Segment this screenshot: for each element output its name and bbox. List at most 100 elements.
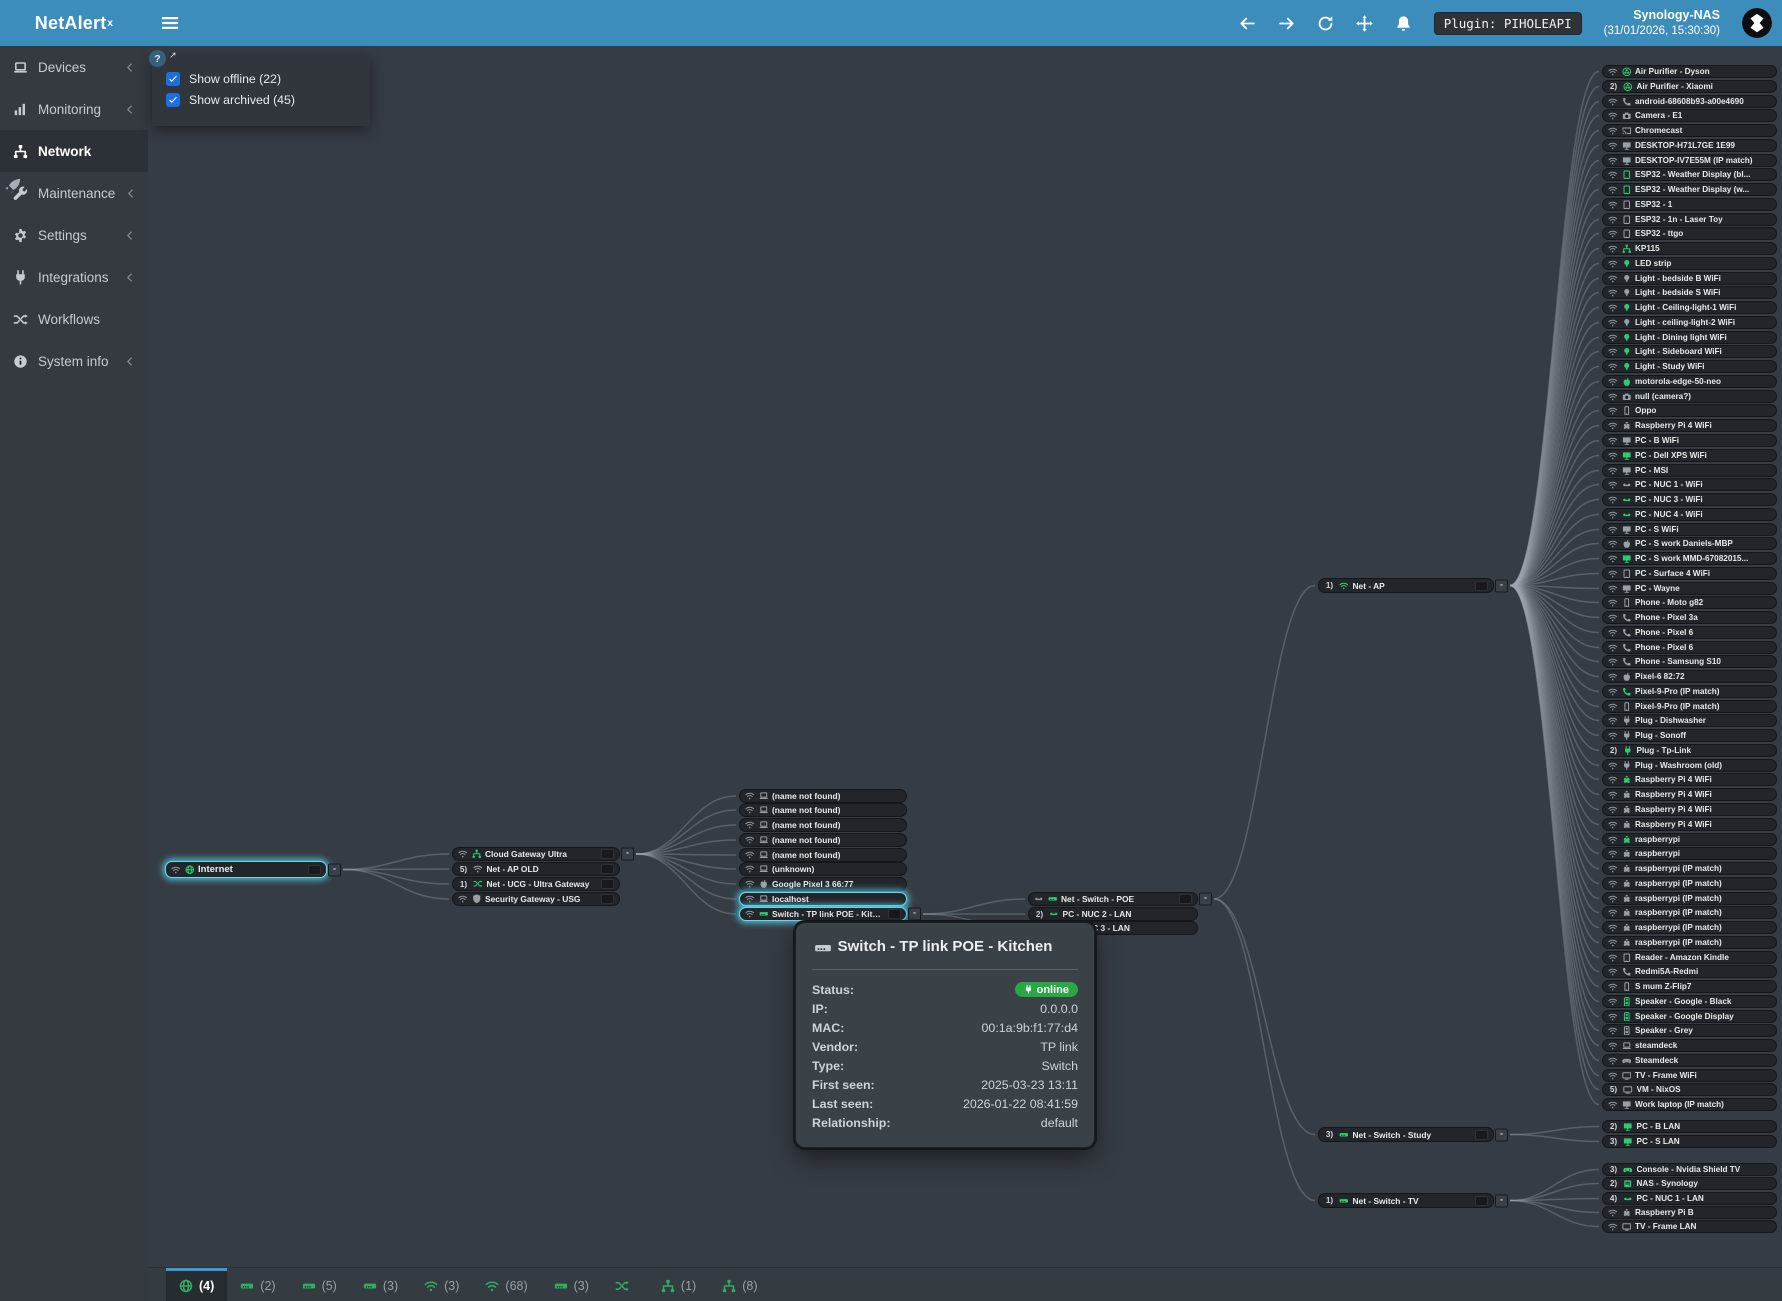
device-node[interactable]: Raspberry Pi 4 WiFi bbox=[1602, 803, 1777, 816]
device-node[interactable]: Air Purifier - Dyson bbox=[1602, 65, 1777, 78]
device-node[interactable]: Redmi5A-Redmi bbox=[1602, 965, 1777, 978]
device-node[interactable]: 2)PC - B LAN bbox=[1602, 1120, 1777, 1133]
device-node[interactable]: Light - Dining light WiFi bbox=[1602, 331, 1777, 344]
rocket-icon[interactable] bbox=[4, 178, 21, 195]
device-node[interactable]: (unknown) bbox=[739, 862, 907, 876]
device-node[interactable]: 2)NAS - Synology bbox=[1602, 1177, 1777, 1190]
sidebar-item-integrations[interactable]: Integrations bbox=[0, 256, 148, 298]
device-node[interactable]: Light - Study WiFi bbox=[1602, 360, 1777, 373]
device-node[interactable]: 1)Net - AP- bbox=[1318, 578, 1494, 593]
device-node[interactable]: PC - S work Daniels-MBP bbox=[1602, 537, 1777, 550]
app-logo[interactable]: NetAlertx bbox=[0, 0, 148, 46]
device-node[interactable]: 3)Net - Switch - Study- bbox=[1318, 1127, 1494, 1142]
device-node[interactable]: Light - Sideboard WiFi bbox=[1602, 345, 1777, 358]
move-icon[interactable] bbox=[1356, 15, 1373, 32]
device-node[interactable]: Pixel-9-Pro (IP match) bbox=[1602, 685, 1777, 698]
sidebar-item-settings[interactable]: Settings bbox=[0, 214, 148, 256]
filter-checkbox-row[interactable]: Show offline (22) bbox=[166, 72, 358, 86]
refresh-icon[interactable] bbox=[1317, 15, 1334, 32]
device-node[interactable]: Light - ceiling-light-2 WiFi bbox=[1602, 316, 1777, 329]
device-node[interactable]: raspberrypi (IP match) bbox=[1602, 921, 1777, 934]
device-node[interactable]: Pixel-9-Pro (IP match) bbox=[1602, 700, 1777, 713]
sidebar-item-system-info[interactable]: System info bbox=[0, 340, 148, 382]
subnet-tab-switch-6[interactable]: (3) bbox=[541, 1268, 602, 1301]
device-node[interactable]: PC - S WiFi bbox=[1602, 523, 1777, 536]
device-node[interactable]: (name not found) bbox=[739, 789, 907, 803]
device-node[interactable]: PC - MSI bbox=[1602, 464, 1777, 477]
device-node[interactable]: raspberrypi (IP match) bbox=[1602, 892, 1777, 905]
device-node[interactable]: Google Pixel 3 66:77 bbox=[739, 877, 907, 891]
device-node[interactable]: Phone - Moto g82 bbox=[1602, 596, 1777, 609]
device-node[interactable]: ESP32 - ttgo bbox=[1602, 227, 1777, 240]
device-node[interactable]: DESKTOP-IV7E55M (IP match) bbox=[1602, 154, 1777, 167]
arrow-left-icon[interactable] bbox=[1239, 15, 1256, 32]
device-node[interactable]: steamdeck bbox=[1602, 1039, 1777, 1052]
checkbox-checked-icon[interactable] bbox=[166, 93, 180, 107]
device-node[interactable]: S mum Z-Flip7 bbox=[1602, 980, 1777, 993]
device-node[interactable]: PC - B WiFi bbox=[1602, 434, 1777, 447]
device-node[interactable]: Plug - Sonoff bbox=[1602, 729, 1777, 742]
sidebar-item-workflows[interactable]: Workflows bbox=[0, 298, 148, 340]
collapse-button[interactable]: - bbox=[621, 848, 634, 861]
subnet-tab-lan-8[interactable]: (1) bbox=[648, 1268, 709, 1301]
device-node[interactable]: Raspberry Pi 4 WiFi bbox=[1602, 788, 1777, 801]
device-node[interactable]: localhost bbox=[739, 892, 907, 906]
device-node[interactable]: Camera - E1 bbox=[1602, 109, 1777, 122]
help-icon[interactable]: ? bbox=[149, 50, 166, 67]
device-node[interactable]: 3)PC - S LAN bbox=[1602, 1135, 1777, 1148]
device-node[interactable]: DESKTOP-H71L7GE 1E99 bbox=[1602, 139, 1777, 152]
device-node[interactable]: PC - S work MMD-67082015... bbox=[1602, 552, 1777, 565]
external-link-icon[interactable]: ↗ bbox=[169, 50, 177, 61]
device-node[interactable]: 2)Plug - Tp-Link bbox=[1602, 744, 1777, 757]
device-node[interactable]: 5)VM - NixOS bbox=[1602, 1083, 1777, 1096]
device-node[interactable]: Steamdeck bbox=[1602, 1054, 1777, 1067]
device-node[interactable]: Security Gateway - USG bbox=[452, 892, 620, 906]
device-node[interactable]: PC - NUC 1 - WiFi bbox=[1602, 478, 1777, 491]
device-node[interactable]: Internet- bbox=[165, 861, 327, 878]
device-node[interactable]: ESP32 - Weather Display (w... bbox=[1602, 183, 1777, 196]
sidebar-item-devices[interactable]: Devices bbox=[0, 46, 148, 88]
subnet-tab-switch-2[interactable]: (5) bbox=[289, 1268, 350, 1301]
device-node[interactable]: Speaker - Google - Black bbox=[1602, 995, 1777, 1008]
device-node[interactable]: Speaker - Google Display bbox=[1602, 1010, 1777, 1023]
plugin-status-badge[interactable]: Plugin: PIHOLEAPI bbox=[1434, 12, 1582, 35]
device-node[interactable]: LED strip bbox=[1602, 257, 1777, 270]
subnet-tab-wifi-4[interactable]: (3) bbox=[411, 1268, 472, 1301]
device-node[interactable]: raspberrypi (IP match) bbox=[1602, 862, 1777, 875]
hamburger-menu-icon[interactable] bbox=[160, 13, 180, 33]
device-node[interactable]: raspberrypi (IP match) bbox=[1602, 936, 1777, 949]
device-node[interactable]: Phone - Samsung S10 bbox=[1602, 655, 1777, 668]
device-node[interactable]: raspberrypi (IP match) bbox=[1602, 906, 1777, 919]
device-node[interactable]: PC - Dell XPS WiFi bbox=[1602, 449, 1777, 462]
device-node[interactable]: Pixel-6 82:72 bbox=[1602, 670, 1777, 683]
device-node[interactable]: PC - NUC 3 - WiFi bbox=[1602, 493, 1777, 506]
device-node[interactable]: Plug - Washroom (old) bbox=[1602, 759, 1777, 772]
device-node[interactable]: 2)PC - NUC 2 - LAN bbox=[1028, 907, 1198, 921]
device-node[interactable]: android-68608b93-a00e4690 bbox=[1602, 95, 1777, 108]
sidebar-item-monitoring[interactable]: Monitoring bbox=[0, 88, 148, 130]
device-node[interactable]: 5)Net - AP OLD bbox=[452, 862, 620, 876]
device-node[interactable]: Light - Ceiling-light-1 WiFi bbox=[1602, 301, 1777, 314]
device-node[interactable]: ESP32 - 1n - Laser Toy bbox=[1602, 213, 1777, 226]
bell-icon[interactable] bbox=[1395, 15, 1412, 32]
device-node[interactable]: 3)Console - Nvidia Shield TV bbox=[1602, 1163, 1777, 1176]
device-node[interactable]: 1)Net - Switch - TV- bbox=[1318, 1193, 1494, 1208]
device-node[interactable]: Switch - TP link POE - Kitchen- bbox=[739, 907, 907, 921]
collapse-button[interactable]: - bbox=[1495, 1128, 1508, 1141]
device-node[interactable]: Net - Switch - POE- bbox=[1028, 892, 1198, 906]
subnet-tab-switch-3[interactable]: (3) bbox=[350, 1268, 411, 1301]
device-node[interactable]: PC - NUC 4 - WiFi bbox=[1602, 508, 1777, 521]
device-node[interactable]: null (camera?) bbox=[1602, 390, 1777, 403]
device-node[interactable]: Cloud Gateway Ultra- bbox=[452, 847, 620, 861]
filter-checkbox-row[interactable]: Show archived (45) bbox=[166, 93, 358, 107]
device-node[interactable]: Plug - Dishwasher bbox=[1602, 714, 1777, 727]
device-node[interactable]: Chromecast bbox=[1602, 124, 1777, 137]
device-node[interactable]: TV - Frame WiFi bbox=[1602, 1069, 1777, 1082]
subnet-tab-shuffle-7[interactable] bbox=[602, 1268, 648, 1301]
device-node[interactable]: Light - bedside S WiFi bbox=[1602, 286, 1777, 299]
sidebar-item-maintenance[interactable]: Maintenance bbox=[0, 172, 148, 214]
device-node[interactable]: motorola-edge-50-neo bbox=[1602, 375, 1777, 388]
device-node[interactable]: 1)Net - UCG - Ultra Gateway bbox=[452, 877, 620, 891]
device-node[interactable]: Reader - Amazon Kindle bbox=[1602, 951, 1777, 964]
device-node[interactable]: raspberrypi (IP match) bbox=[1602, 877, 1777, 890]
